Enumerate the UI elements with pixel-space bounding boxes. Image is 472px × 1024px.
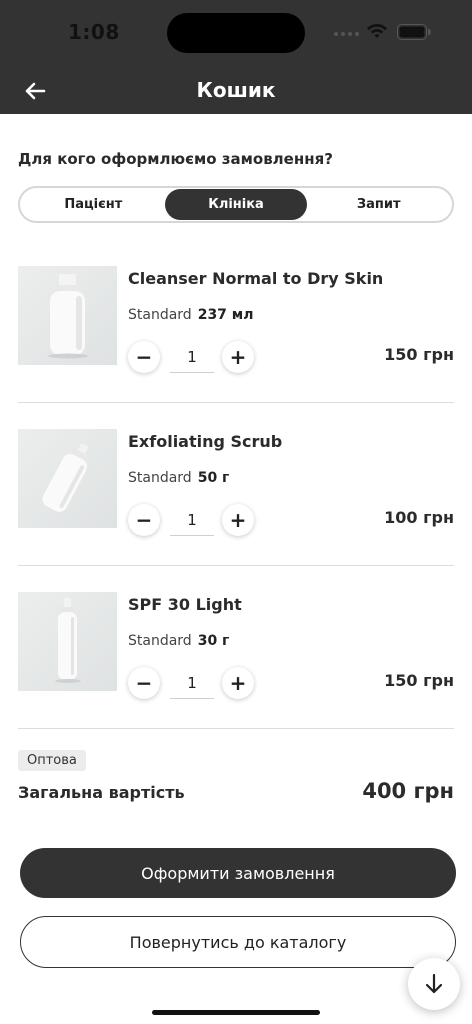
product-name: Cleanser Normal to Dry Skin: [128, 269, 384, 288]
product-price: 150 грн: [384, 345, 454, 364]
increase-quantity-button[interactable]: +: [222, 504, 254, 536]
product-price: 100 грн: [384, 508, 454, 527]
segment-patient[interactable]: Пацієнт: [22, 189, 165, 220]
price-type-badge: Оптова: [18, 750, 86, 771]
cart-item: SPF 30 Light Standard 30 г − 1 + 150 грн: [18, 592, 454, 729]
battery-icon: [397, 24, 431, 40]
status-time: 1:08: [68, 20, 120, 44]
arrow-down-icon: [425, 973, 443, 994]
cart-item: Cleanser Normal to Dry Skin Standard 237 …: [18, 266, 454, 403]
total-label: Загальна вартість: [18, 783, 185, 802]
product-image: [18, 592, 117, 691]
back-to-catalog-button[interactable]: Повернутись до каталогу: [20, 916, 456, 968]
quantity-stepper: − 1 +: [128, 504, 254, 536]
item-divider: [18, 565, 454, 566]
quantity-value[interactable]: 1: [170, 667, 214, 699]
page-title: Кошик: [196, 78, 276, 102]
quantity-value[interactable]: 1: [170, 504, 214, 536]
increase-quantity-button[interactable]: +: [222, 341, 254, 373]
app-header: 1:08 Кошик: [0, 0, 472, 114]
product-variant: Standard 50 г: [128, 470, 230, 486]
decrease-quantity-button[interactable]: −: [128, 341, 160, 373]
cart-item: Exfoliating Scrub Standard 50 г − 1 + 100…: [18, 429, 454, 566]
home-indicator: [152, 1010, 320, 1015]
dynamic-island: [167, 13, 305, 53]
item-divider: [18, 728, 454, 729]
product-name: SPF 30 Light: [128, 595, 242, 614]
product-variant: Standard 30 г: [128, 633, 230, 649]
quantity-stepper: − 1 +: [128, 341, 254, 373]
recipient-question: Для кого оформлюємо замовлення?: [18, 150, 333, 168]
quantity-stepper: − 1 +: [128, 667, 254, 699]
product-size: 237 мл: [197, 307, 254, 323]
item-divider: [18, 402, 454, 403]
increase-quantity-button[interactable]: +: [222, 667, 254, 699]
product-name: Exfoliating Scrub: [128, 432, 283, 451]
product-size: 30 г: [197, 633, 230, 649]
product-image: [18, 266, 117, 365]
total-value: 400 грн: [362, 779, 454, 803]
product-size: 50 г: [197, 470, 230, 486]
checkout-button[interactable]: Оформити замовлення: [20, 848, 456, 898]
quantity-value[interactable]: 1: [170, 341, 214, 373]
decrease-quantity-button[interactable]: −: [128, 667, 160, 699]
cellular-signal-icon: [334, 32, 359, 36]
product-price: 150 грн: [384, 671, 454, 690]
segment-request[interactable]: Запит: [307, 189, 450, 220]
product-image: [18, 429, 117, 528]
scroll-down-button[interactable]: [408, 958, 460, 1010]
wifi-icon: [367, 23, 387, 38]
product-variant: Standard 237 мл: [128, 307, 254, 323]
segment-clinic[interactable]: Клініка: [164, 189, 308, 220]
recipient-segmented-control: Пацієнт Клініка Запит: [18, 186, 454, 223]
decrease-quantity-button[interactable]: −: [128, 504, 160, 536]
